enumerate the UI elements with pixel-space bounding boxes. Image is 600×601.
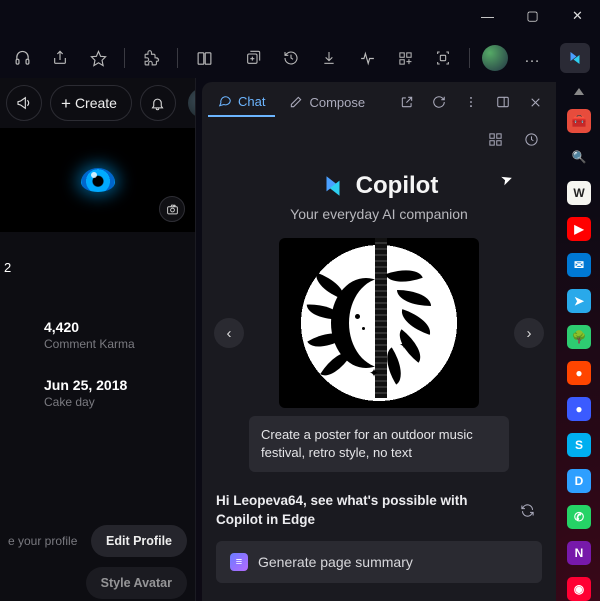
tools-icon[interactable]: 🧰 <box>567 109 591 133</box>
whatsapp-icon[interactable]: ✆ <box>567 505 591 529</box>
close-window-button[interactable]: ✕ <box>555 0 600 32</box>
youtube-music-icon[interactable]: ◉ <box>567 577 591 601</box>
style-avatar-button[interactable]: Style Avatar <box>86 567 187 599</box>
downloads-icon[interactable] <box>311 40 347 76</box>
wikipedia-icon[interactable]: W <box>567 181 591 205</box>
edit-cover-button[interactable] <box>159 196 185 222</box>
carousel-next-button[interactable]: › <box>514 318 544 348</box>
tab-compose[interactable]: Compose <box>279 89 375 116</box>
copilot-subtitle: Your everyday AI companion <box>290 206 468 222</box>
tab-chat-label: Chat <box>238 94 265 109</box>
favorite-icon[interactable] <box>80 40 116 76</box>
copilot-title: Copilot <box>356 172 439 200</box>
open-externally-icon[interactable] <box>392 87 422 117</box>
copilot-heading: Copilot <box>320 172 439 200</box>
more-options-icon[interactable] <box>456 87 486 117</box>
copilot-logo-icon <box>320 173 346 199</box>
youtube-icon[interactable]: ▶ <box>567 217 591 241</box>
create-label: Create <box>75 95 117 111</box>
dock-icon[interactable] <box>488 87 518 117</box>
share-icon[interactable] <box>42 40 78 76</box>
advertise-button[interactable] <box>6 85 42 121</box>
tab-chat[interactable]: Chat <box>208 88 275 117</box>
possible-text: Hi Leopeva64, see what's possible with C… <box>216 492 502 528</box>
performance-icon[interactable] <box>349 40 385 76</box>
split-screen-icon[interactable] <box>186 40 222 76</box>
onenote-icon[interactable]: N <box>567 541 591 565</box>
edit-profile-button[interactable]: Edit Profile <box>91 525 187 557</box>
dot-blue-icon[interactable]: ● <box>567 397 591 421</box>
disqus-icon[interactable]: D <box>567 469 591 493</box>
profile-cover-image <box>0 128 195 232</box>
read-aloud-icon[interactable] <box>4 40 40 76</box>
apps-icon[interactable] <box>387 40 423 76</box>
extensions-icon[interactable] <box>133 40 169 76</box>
comment-karma-label: Comment Karma <box>44 337 195 351</box>
cover-eye-art <box>81 168 115 192</box>
about-profile-text: e your profile <box>8 534 77 548</box>
notifications-button[interactable] <box>140 85 176 121</box>
edge-sidebar: 🧰 🔍 W ▶ ✉ ➤ 🌳 ● ● SD ✆ N ◉ <box>558 78 600 601</box>
carousel-prev-button[interactable]: ‹ <box>214 318 244 348</box>
scroll-up-icon[interactable] <box>567 86 591 97</box>
stats-section: 2 4,420 Comment Karma Jun 25, 2018 Cake … <box>0 232 195 421</box>
separator <box>124 48 125 68</box>
prompt-preview-image: ✦ ✦ <box>279 238 479 408</box>
tree-icon[interactable]: 🌳 <box>567 325 591 349</box>
create-post-button[interactable]: + Create <box>50 85 132 121</box>
separator <box>177 48 178 68</box>
close-panel-icon[interactable] <box>520 87 550 117</box>
suggestion-generate-summary[interactable]: ≡ Generate page summary <box>216 541 542 583</box>
reddit-icon[interactable]: ● <box>567 361 591 385</box>
tab-compose-label: Compose <box>309 95 365 110</box>
user-avatar-small[interactable] <box>188 88 196 118</box>
collections-icon[interactable] <box>235 40 271 76</box>
refresh-suggestions-icon[interactable] <box>512 496 542 526</box>
skype-icon[interactable]: S <box>567 433 591 457</box>
recent-activity-icon[interactable] <box>516 124 546 154</box>
more-menu-icon[interactable]: … <box>514 40 550 76</box>
comment-karma-value: 4,420 <box>44 319 195 335</box>
separator <box>469 48 470 68</box>
maximize-button[interactable]: ▢ <box>510 0 555 32</box>
copilot-toggle-button[interactable] <box>560 43 590 73</box>
cake-day-value: Jun 25, 2018 <box>44 377 195 393</box>
summary-icon: ≡ <box>230 553 248 571</box>
plugins-icon[interactable] <box>480 124 510 154</box>
profile-avatar[interactable] <box>482 45 508 71</box>
prompt-caption[interactable]: Create a poster for an outdoor music fes… <box>249 416 509 472</box>
minimize-button[interactable]: — <box>465 0 510 32</box>
stat-marker: 2 <box>4 260 11 275</box>
suggestion-label: Generate page summary <box>258 554 413 570</box>
refresh-icon[interactable] <box>424 87 454 117</box>
telegram-icon[interactable]: ➤ <box>567 289 591 313</box>
history-icon[interactable] <box>273 40 309 76</box>
screenshot-icon[interactable] <box>425 40 461 76</box>
search-icon[interactable]: 🔍 <box>567 145 591 169</box>
cake-day-label: Cake day <box>44 395 195 409</box>
outlook-icon[interactable]: ✉ <box>567 253 591 277</box>
